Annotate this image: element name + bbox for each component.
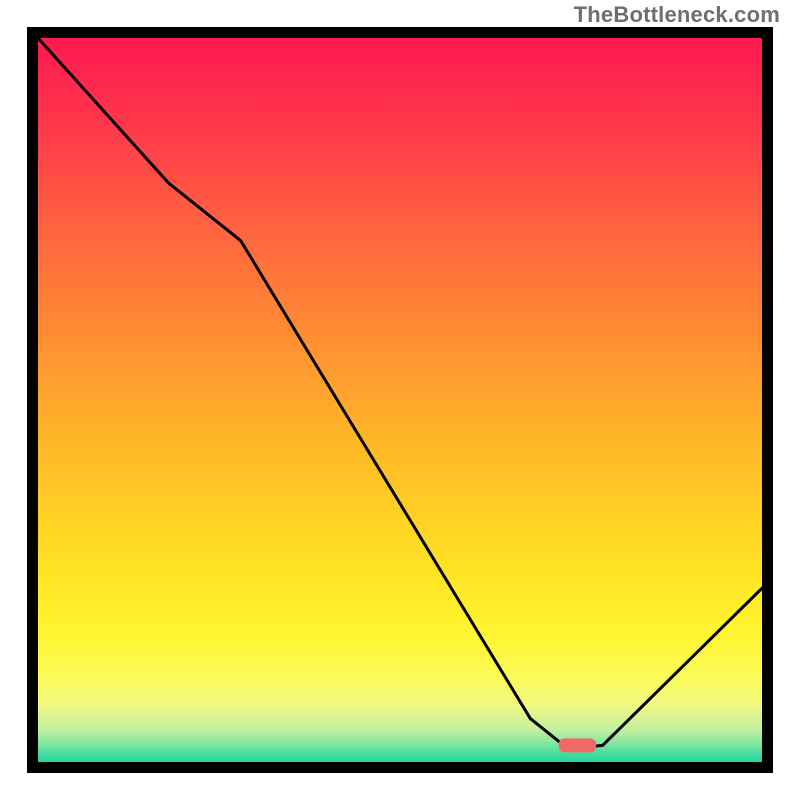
watermark-text: TheBottleneck.com bbox=[574, 2, 780, 28]
chart-overlay bbox=[38, 38, 762, 762]
optimal-zone-marker bbox=[559, 738, 597, 752]
bottleneck-curve bbox=[38, 38, 762, 748]
